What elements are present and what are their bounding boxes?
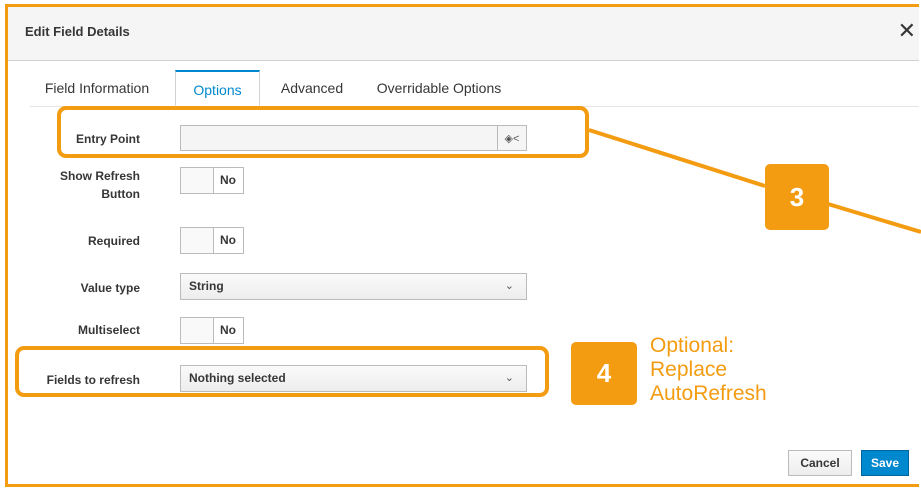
required-value: No <box>220 233 236 247</box>
chevron-down-icon: ⌄ <box>504 280 514 292</box>
required-toggle[interactable]: No <box>180 227 244 254</box>
dialog-title: Edit Field Details <box>25 24 130 39</box>
entry-point-label: Entry Point <box>75 132 140 146</box>
dialog-header: Edit Field Details ✕ <box>8 7 919 61</box>
fields-to-refresh-label: Fields to refresh <box>46 373 140 387</box>
required-label: Required <box>87 234 140 248</box>
toggle-knob <box>181 228 214 253</box>
multiselect-label: Multiselect <box>77 323 140 337</box>
callout-badge-4: 4 <box>571 342 637 405</box>
cancel-button[interactable]: Cancel <box>788 450 852 476</box>
show-refresh-value: No <box>220 173 236 187</box>
tab-field-information[interactable]: Field Information <box>30 70 164 106</box>
tree-icon[interactable]: ◈< <box>497 126 526 150</box>
tab-options[interactable]: Options <box>175 70 260 106</box>
close-icon[interactable]: ✕ <box>898 19 916 43</box>
optional-note: Optional: Replace AutoRefresh <box>650 334 767 406</box>
note-line1: Optional: <box>650 334 735 357</box>
value-type-select[interactable]: String ⌄ <box>180 273 527 300</box>
toggle-knob <box>181 318 214 343</box>
entry-point-input[interactable]: ◈< <box>180 125 527 151</box>
save-button[interactable]: Save <box>861 450 909 476</box>
tab-overridable-options[interactable]: Overridable Options <box>368 70 510 106</box>
toggle-knob <box>181 168 214 193</box>
chevron-down-icon: ⌄ <box>504 372 514 384</box>
value-type-value: String <box>189 279 224 293</box>
note-line3: AutoRefresh <box>650 382 767 405</box>
value-type-label: Value type <box>80 281 140 295</box>
multiselect-toggle[interactable]: No <box>180 317 244 344</box>
multiselect-value: No <box>220 323 236 337</box>
fields-to-refresh-select[interactable]: Nothing selected ⌄ <box>180 365 527 392</box>
tab-bar: Field Information Options Advanced Overr… <box>30 70 919 107</box>
show-refresh-toggle[interactable]: No <box>180 167 244 194</box>
show-refresh-label-line1: Show Refresh <box>59 169 140 183</box>
edit-field-dialog: Edit Field Details ✕ Field Information O… <box>5 4 919 487</box>
callout-badge-3: 3 <box>765 164 829 230</box>
show-refresh-label-line2: Button <box>101 187 140 201</box>
note-line2: Replace <box>650 358 728 381</box>
tab-advanced[interactable]: Advanced <box>273 70 351 106</box>
show-refresh-label: Show Refresh Button <box>38 167 140 203</box>
fields-to-refresh-value: Nothing selected <box>189 371 286 385</box>
